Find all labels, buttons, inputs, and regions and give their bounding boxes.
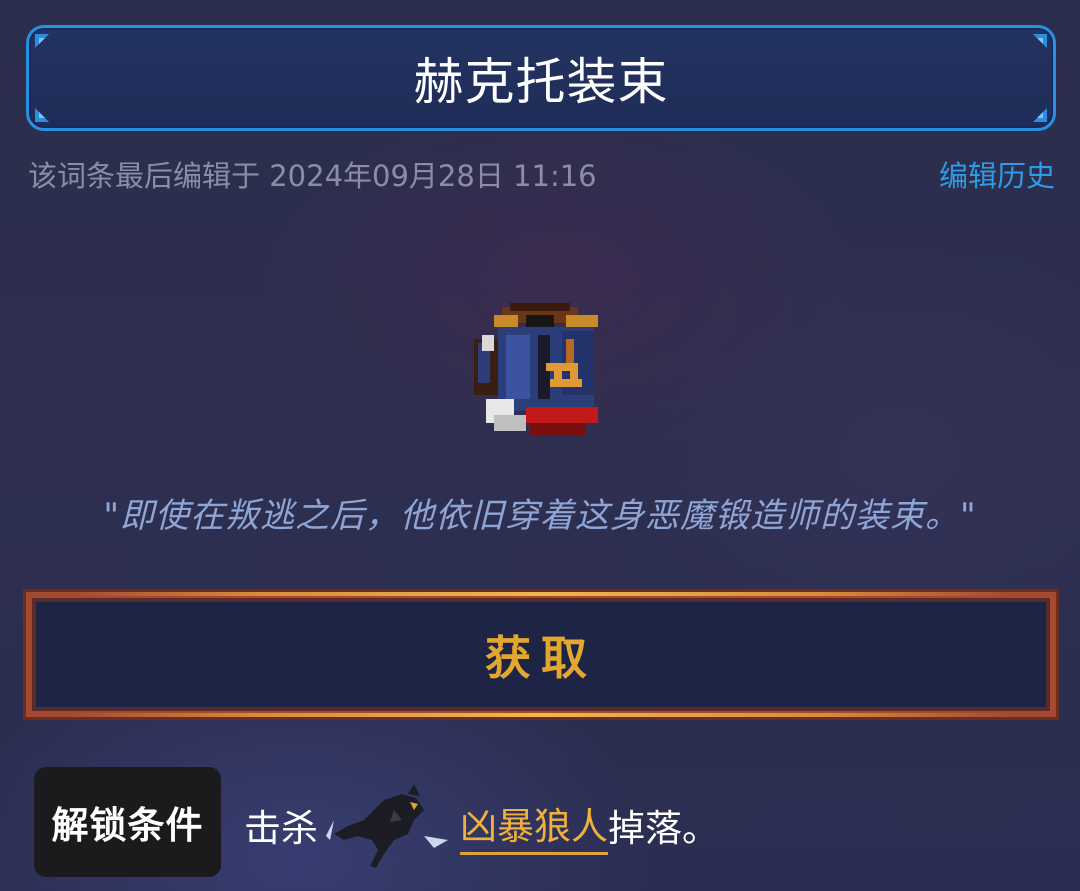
item-quote: "即使在叛逃之后，他依旧穿着这身恶魔锻造师的装束。" xyxy=(103,496,977,536)
unlock-prefix: 击杀 xyxy=(244,807,318,850)
page-title: 赫克托装束 xyxy=(413,53,669,111)
last-edited-text: 该词条最后编辑于 2024年09月28日 11:16 xyxy=(28,159,597,193)
corner-ornament-icon xyxy=(35,108,49,122)
corner-ornament-icon xyxy=(1033,34,1047,48)
unlock-suffix: 掉落。 xyxy=(608,807,719,850)
obtain-button[interactable]: 获取 xyxy=(26,592,1056,717)
obtain-button-label: 获取 xyxy=(485,630,597,685)
corner-ornament-icon xyxy=(1033,108,1047,122)
outfit-icon xyxy=(474,303,598,435)
corner-ornament-icon xyxy=(35,34,49,48)
edit-history-link[interactable]: 编辑历史 xyxy=(939,153,1055,195)
meta-row: 该词条最后编辑于 2024年09月28日 11:16 编辑历史 xyxy=(28,152,1055,196)
monster-link[interactable]: 凶暴狼人 xyxy=(460,796,608,855)
werewolf-icon xyxy=(326,784,448,868)
title-banner: 赫克托装束 xyxy=(26,25,1056,131)
unlock-condition-badge: 解锁条件 xyxy=(34,767,221,877)
unlock-description: 击杀 凶暴狼人 掉落。 xyxy=(244,784,719,868)
